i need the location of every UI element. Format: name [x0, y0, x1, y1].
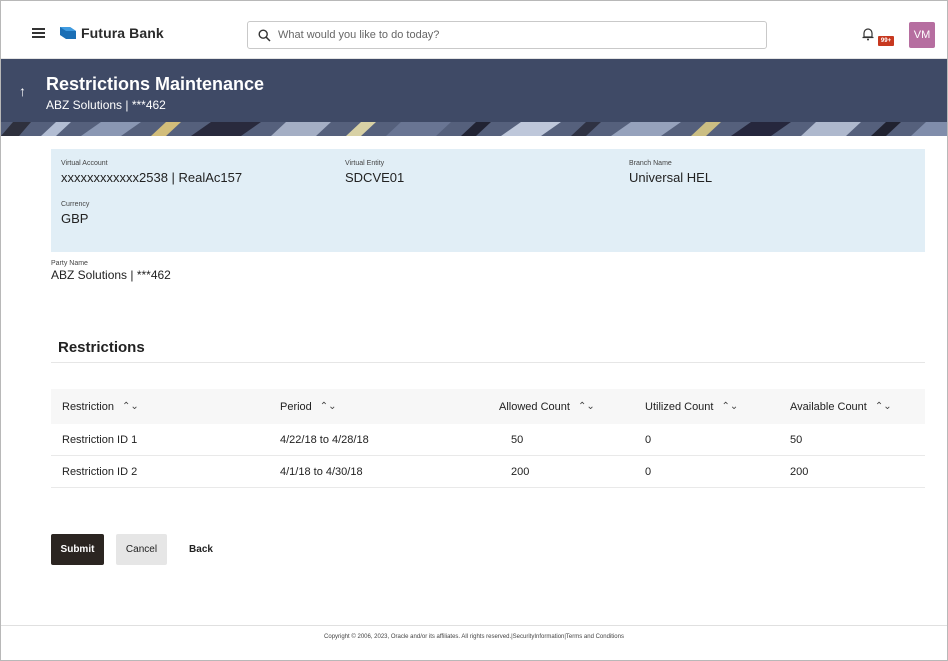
bell-icon[interactable]: [861, 27, 875, 41]
column-header-restriction[interactable]: Restriction ⌃⌄: [62, 389, 139, 424]
menu-icon[interactable]: [32, 28, 45, 38]
field-label: Virtual Entity: [345, 160, 385, 167]
brand-name[interactable]: Futura Bank: [81, 25, 164, 41]
utilized-count-cell: 0: [645, 465, 652, 478]
divider: [51, 362, 925, 363]
page-banner: ↑ Restrictions Maintenance ABZ Solutions…: [1, 59, 947, 136]
branch-name-field: Branch Name Universal HEL: [629, 160, 712, 185]
field-value: GBP: [61, 211, 89, 226]
field-value: ABZ Solutions | ***462: [51, 268, 171, 282]
search-box[interactable]: [247, 21, 767, 49]
column-header-allowed-count[interactable]: Allowed Count ⌃⌄: [499, 389, 595, 424]
restriction-cell: Restriction ID 1: [62, 433, 138, 446]
submit-button[interactable]: Submit: [51, 534, 104, 565]
currency-field: Currency GBP: [61, 201, 89, 226]
virtual-account-field: Virtual Account xxxxxxxxxxxx2538 | RealA…: [61, 160, 242, 185]
sort-icon[interactable]: ⌃⌄: [122, 401, 139, 412]
bank-logo-icon: [60, 27, 76, 39]
table-header: Restriction ⌃⌄ Period ⌃⌄ Allowed Count ⌃⌄ U…: [51, 389, 925, 424]
top-bar: Futura Bank 99+ VM: [1, 1, 947, 59]
table-row: Restriction ID 2 4/1/18 to 4/30/18 200 0…: [51, 456, 925, 488]
restriction-cell: Restriction ID 2: [62, 465, 138, 478]
field-label: Virtual Account: [61, 160, 108, 167]
column-header-available-count[interactable]: Available Count ⌃⌄: [790, 389, 892, 424]
notification-badge: 99+: [878, 36, 894, 46]
account-details-panel: Virtual Account xxxxxxxxxxxx2538 | RealA…: [51, 149, 925, 252]
restrictions-table: Restriction ⌃⌄ Period ⌃⌄ Allowed Count ⌃⌄ U…: [51, 389, 925, 488]
sort-icon[interactable]: ⌃⌄: [578, 401, 595, 412]
cancel-button[interactable]: Cancel: [116, 534, 167, 565]
party-name-field: Party Name ABZ Solutions | ***462: [51, 260, 171, 282]
banner-decoration: [1, 122, 947, 136]
app-window: Futura Bank 99+ VM ↑ Restrictions Mainte…: [0, 0, 948, 661]
field-label: Party Name: [51, 260, 88, 267]
section-title: Restrictions: [58, 339, 145, 356]
utilized-count-cell: 0: [645, 433, 652, 446]
field-label: Currency: [61, 201, 90, 208]
allowed-count-cell: 200: [511, 465, 530, 478]
field-value: Universal HEL: [629, 170, 713, 185]
page-title: Restrictions Maintenance: [46, 74, 265, 94]
page-subtitle: ABZ Solutions | ***462: [46, 98, 166, 112]
back-button[interactable]: Back: [179, 534, 223, 565]
available-count-cell: 50: [790, 433, 803, 446]
table-row: Restriction ID 1 4/22/18 to 4/28/18 50 0…: [51, 424, 925, 456]
sort-icon[interactable]: ⌃⌄: [320, 401, 337, 412]
allowed-count-cell: 50: [511, 433, 524, 446]
avatar[interactable]: VM: [909, 22, 935, 48]
sort-icon[interactable]: ⌃⌄: [875, 401, 892, 412]
column-header-utilized-count[interactable]: Utilized Count ⌃⌄: [645, 389, 738, 424]
search-input[interactable]: [278, 22, 758, 48]
period-cell: 4/22/18 to 4/28/18: [280, 433, 369, 446]
virtual-entity-field: Virtual Entity SDCVE01: [345, 160, 404, 185]
field-value: xxxxxxxxxxxx2538 | RealAc157: [61, 170, 243, 185]
column-header-period[interactable]: Period ⌃⌄: [280, 389, 337, 424]
search-icon: [258, 29, 271, 42]
sort-icon[interactable]: ⌃⌄: [721, 401, 738, 412]
available-count-cell: 200: [790, 465, 809, 478]
field-value: SDCVE01: [345, 170, 405, 185]
period-cell: 4/1/18 to 4/30/18: [280, 465, 363, 478]
back-arrow-icon[interactable]: ↑: [19, 83, 26, 99]
footer-divider: [1, 625, 947, 626]
field-label: Branch Name: [629, 160, 672, 167]
footer-text: Copyright © 2006, 2023, Oracle and/or it…: [324, 634, 624, 640]
